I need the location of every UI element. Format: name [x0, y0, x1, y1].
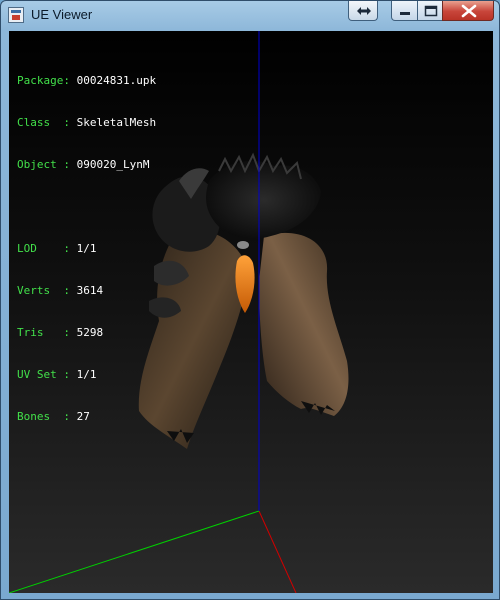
info-value: 1/1 — [76, 368, 97, 381]
maximize-button[interactable] — [417, 1, 443, 21]
info-key: UV Set : — [17, 368, 70, 381]
caption-buttons — [391, 1, 494, 21]
app-window: UE Viewer Package: 00024831.upk Class: … — [0, 0, 500, 600]
app-icon[interactable] — [8, 7, 24, 23]
minimize-button[interactable] — [391, 1, 418, 21]
info-row-bones: Bones : 27 — [17, 410, 156, 424]
close-icon — [461, 4, 477, 18]
info-key: Class : — [17, 116, 70, 129]
info-key: Object : — [17, 158, 70, 171]
mesh-model — [138, 152, 349, 449]
3d-viewport[interactable]: Package: 00024831.upk Class : SkeletalMe… — [9, 31, 493, 593]
swap-arrows-icon — [357, 7, 371, 15]
info-key: Bones : — [17, 410, 70, 423]
info-row-verts: Verts : 3614 — [17, 284, 156, 298]
info-key: Package: — [17, 74, 70, 87]
info-row-uvset: UV Set : 1/1 — [17, 368, 156, 382]
swap-arrows-button[interactable] — [348, 1, 378, 21]
minimize-icon — [400, 12, 410, 15]
info-row-object: Object : 090020_LynM — [17, 158, 156, 172]
info-value: 00024831.upk — [76, 74, 157, 87]
window-title: UE Viewer — [31, 7, 93, 22]
info-row-package: Package: 00024831.upk — [17, 74, 156, 88]
info-row-lod: LOD : 1/1 — [17, 242, 156, 256]
info-value: 090020_LynM — [76, 158, 150, 171]
info-value: 3614 — [76, 284, 104, 297]
maximize-icon — [424, 5, 438, 17]
title-bar[interactable]: UE Viewer — [1, 1, 499, 31]
close-button[interactable] — [442, 1, 494, 21]
x-axis-line — [258, 510, 297, 593]
info-row-tris: Tris : 5298 — [17, 326, 156, 340]
y-axis-line — [9, 510, 260, 593]
info-row-class: Class : SkeletalMesh — [17, 116, 156, 130]
info-value: SkeletalMesh — [76, 116, 157, 129]
mesh-info-panel: Package: 00024831.upk Class : SkeletalMe… — [17, 46, 156, 452]
info-value: 1/1 — [76, 242, 97, 255]
info-key: Verts : — [17, 284, 70, 297]
info-key: LOD : — [17, 242, 70, 255]
info-value: 27 — [76, 410, 90, 423]
info-value: 5298 — [76, 326, 104, 339]
info-key: Tris : — [17, 326, 70, 339]
